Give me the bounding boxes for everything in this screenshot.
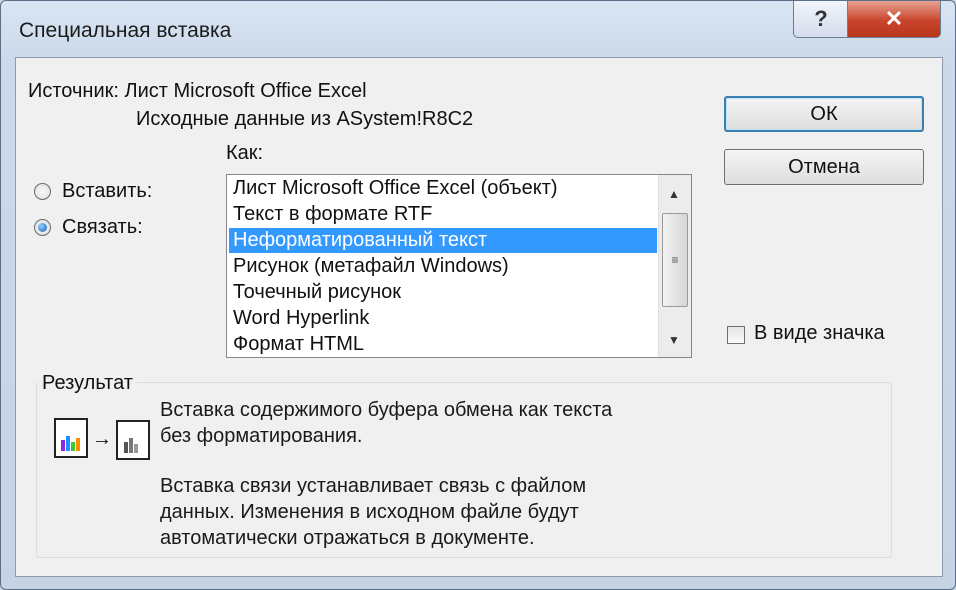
paste-radio[interactable] [34,183,51,200]
dialog-title: Специальная вставка [19,19,232,42]
ok-button[interactable]: ОК [724,96,924,132]
format-item[interactable]: Word Hyperlink [229,306,657,331]
link-radio[interactable] [34,219,51,236]
arrow-right-icon: → [92,428,112,450]
source-document-icon [54,418,88,458]
result-line-4: данных. Изменения в исходном файле будут [160,501,579,523]
display-as-icon-checkbox[interactable] [727,326,745,344]
result-line-3: Вставка связи устанавливает связь с файл… [160,475,587,497]
display-as-icon-label[interactable]: В виде значка [754,322,885,345]
help-button[interactable]: ? [793,1,849,38]
result-line-5: автоматически отражаться в документе. [160,527,535,549]
paste-radio-label[interactable]: Вставить: [62,180,152,203]
paste-special-dialog: Специальная вставка ? ✕ Источник: Лист M… [0,0,956,590]
cancel-button[interactable]: Отмена [724,149,924,185]
format-item[interactable]: Текст в формате RTF [229,202,657,227]
dialog-body: Источник: Лист Microsoft Office Excel Ис… [15,57,943,577]
close-icon: ✕ [884,6,904,31]
format-item[interactable]: Точечный рисунок [229,280,657,305]
scroll-thumb[interactable]: ≡ [662,213,688,307]
result-label: Результат [38,372,137,395]
help-icon: ? [814,6,828,31]
format-listbox[interactable]: Лист Microsoft Office Excel (объект) Тек… [226,174,692,358]
result-document-icon [116,420,150,460]
as-label: Как: [226,142,264,164]
source-detail: Исходные данные из ASystem!R8C2 [136,108,474,130]
format-item[interactable]: Рисунок (метафайл Windows) [229,254,657,279]
format-item-selected[interactable]: Неформатированный текст [229,228,657,253]
format-item[interactable]: Лист Microsoft Office Excel (объект) [229,176,657,201]
scroll-down-icon[interactable]: ▼ [668,333,680,347]
source-label: Источник: Лист Microsoft Office Excel [28,80,367,102]
result-line-1: Вставка содержимого буфера обмена как те… [160,399,613,421]
list-scrollbar[interactable]: ▲ ≡ ▼ [658,175,691,357]
link-radio-label[interactable]: Связать: [62,216,143,239]
scroll-up-icon[interactable]: ▲ [668,187,680,201]
close-button[interactable]: ✕ [847,1,941,38]
format-item[interactable]: Формат HTML [229,332,657,357]
result-line-2: без форматирования. [160,425,363,447]
